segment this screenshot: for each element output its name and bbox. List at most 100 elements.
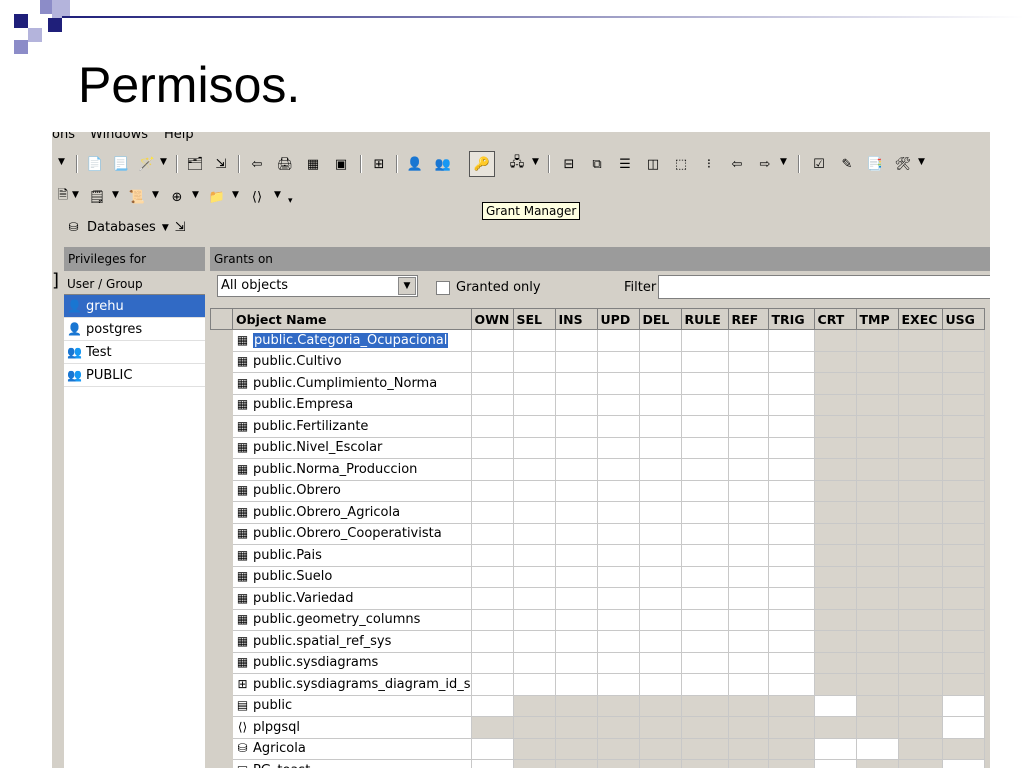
privilege-cell[interactable] xyxy=(470,608,514,631)
list-item-user[interactable]: 👤 grehu xyxy=(64,295,205,318)
table-row[interactable]: ▦ public.Pais xyxy=(210,544,985,567)
table-row[interactable]: ▦ public.Cultivo xyxy=(210,350,985,373)
privilege-cell[interactable] xyxy=(554,630,598,653)
privilege-cell[interactable] xyxy=(596,479,640,502)
arrow-right-icon[interactable]: ⇨ xyxy=(754,153,776,175)
privilege-cell[interactable] xyxy=(638,350,682,373)
privilege-cell[interactable] xyxy=(596,393,640,416)
new-object-icon[interactable]: 📃 xyxy=(110,153,132,175)
privilege-cell[interactable] xyxy=(727,651,769,674)
privilege-cell[interactable] xyxy=(727,587,769,610)
diagram-icon[interactable]: ⊞ xyxy=(368,153,390,175)
privilege-cell[interactable] xyxy=(554,458,598,481)
user-group-column-header[interactable]: User / Group xyxy=(64,274,205,295)
privilege-cell[interactable] xyxy=(512,565,556,588)
cascade-icon[interactable]: ⧉ xyxy=(586,153,608,175)
privilege-cell[interactable] xyxy=(767,673,815,696)
privilege-cell[interactable] xyxy=(680,630,729,653)
privilege-cell[interactable] xyxy=(727,350,769,373)
privilege-cell[interactable] xyxy=(680,522,729,545)
privilege-cell[interactable] xyxy=(512,372,556,395)
privilege-cell[interactable] xyxy=(512,630,556,653)
tile-vertical-icon[interactable]: ◫ xyxy=(642,153,664,175)
object-name-cell[interactable]: ▦ public.Variedad xyxy=(232,587,472,610)
privilege-cell[interactable] xyxy=(638,436,682,459)
table-row[interactable]: ▦ public.Categoria_Ocupacional xyxy=(210,329,985,352)
privilege-cell[interactable] xyxy=(767,415,815,438)
privilege-cell[interactable] xyxy=(680,673,729,696)
column-header-del[interactable]: DEL xyxy=(638,308,682,330)
privilege-cell[interactable] xyxy=(680,501,729,524)
edit-list-icon[interactable]: ✎ xyxy=(836,153,858,175)
privilege-cell[interactable] xyxy=(554,673,598,696)
privilege-cell[interactable] xyxy=(596,587,640,610)
dropdown-arrow-icon[interactable]: ▼ xyxy=(152,190,159,200)
privilege-cell[interactable] xyxy=(680,350,729,373)
privilege-cell[interactable] xyxy=(767,544,815,567)
object-name-cell[interactable]: ▦ public.Nivel_Escolar xyxy=(232,436,472,459)
privilege-cell[interactable] xyxy=(554,501,598,524)
privilege-cell[interactable] xyxy=(680,415,729,438)
privilege-cell[interactable] xyxy=(767,393,815,416)
privilege-cell[interactable] xyxy=(638,479,682,502)
object-name-cell[interactable]: ▦ public.Empresa xyxy=(232,393,472,416)
object-name-cell[interactable]: ▦ public.geometry_columns xyxy=(232,608,472,631)
privilege-cell[interactable] xyxy=(767,522,815,545)
object-name-cell[interactable]: ▦ public.Norma_Produccion xyxy=(232,458,472,481)
privilege-cell[interactable] xyxy=(596,372,640,395)
privilege-cell[interactable] xyxy=(470,651,514,674)
chevron-down-icon[interactable]: ▼ xyxy=(398,277,416,295)
sql-file-icon[interactable]: 🗎 xyxy=(52,186,74,208)
column-header-ref[interactable]: REF xyxy=(727,308,769,330)
script-icon[interactable]: 📜 xyxy=(126,186,148,208)
privilege-cell[interactable] xyxy=(554,479,598,502)
table-row[interactable]: ⛁ Agricola xyxy=(210,737,985,760)
privilege-cell[interactable] xyxy=(596,458,640,481)
object-name-cell[interactable]: ▦ public.spatial_ref_sys xyxy=(232,630,472,653)
privilege-cell[interactable] xyxy=(596,329,640,352)
column-header-rule[interactable]: RULE xyxy=(680,308,729,330)
privilege-cell[interactable] xyxy=(680,436,729,459)
table-row[interactable]: ▤ public xyxy=(210,694,985,717)
menu-item-windows[interactable]: Windows xyxy=(90,132,148,142)
column-header-exec[interactable]: EXEC xyxy=(897,308,943,330)
privilege-cell[interactable] xyxy=(596,415,640,438)
privilege-cell[interactable] xyxy=(727,608,769,631)
object-properties-icon[interactable]: 🗂 xyxy=(184,153,206,175)
column-header-usg[interactable]: USG xyxy=(941,308,985,330)
privilege-cell[interactable] xyxy=(638,608,682,631)
privilege-cell[interactable] xyxy=(596,544,640,567)
privilege-cell[interactable] xyxy=(767,458,815,481)
network-icon[interactable]: 🖧 xyxy=(506,153,528,175)
privilege-cell[interactable] xyxy=(638,651,682,674)
privilege-cell[interactable] xyxy=(767,587,815,610)
privilege-cell[interactable] xyxy=(767,651,815,674)
tools-icon[interactable]: 🛠 xyxy=(892,153,914,175)
privilege-cell[interactable] xyxy=(813,694,857,717)
privilege-cell[interactable] xyxy=(512,479,556,502)
privilege-cell[interactable] xyxy=(470,458,514,481)
privilege-cell[interactable] xyxy=(767,630,815,653)
privilege-cell[interactable] xyxy=(596,608,640,631)
privilege-cell[interactable] xyxy=(470,630,514,653)
privilege-cell[interactable] xyxy=(470,544,514,567)
object-name-cell[interactable]: ▦ public.sysdiagrams xyxy=(232,651,472,674)
privilege-cell[interactable] xyxy=(554,350,598,373)
privilege-cell[interactable] xyxy=(727,544,769,567)
privilege-cell[interactable] xyxy=(727,458,769,481)
privilege-cell[interactable] xyxy=(512,415,556,438)
privilege-cell[interactable] xyxy=(767,501,815,524)
privilege-cell[interactable] xyxy=(554,372,598,395)
privilege-cell[interactable] xyxy=(596,565,640,588)
table-row[interactable]: ▦ public.Cumplimiento_Norma xyxy=(210,372,985,395)
export-icon[interactable]: ⇲ xyxy=(210,153,232,175)
print-icon[interactable]: 🖨 xyxy=(274,153,296,175)
menu-item-options[interactable]: ons xyxy=(52,132,75,142)
privilege-cell[interactable] xyxy=(596,436,640,459)
privilege-cell[interactable] xyxy=(554,329,598,352)
privilege-cell[interactable] xyxy=(470,372,514,395)
privilege-cell[interactable] xyxy=(470,436,514,459)
privilege-cell[interactable] xyxy=(638,673,682,696)
privilege-cell[interactable] xyxy=(512,329,556,352)
privilege-cell[interactable] xyxy=(680,393,729,416)
